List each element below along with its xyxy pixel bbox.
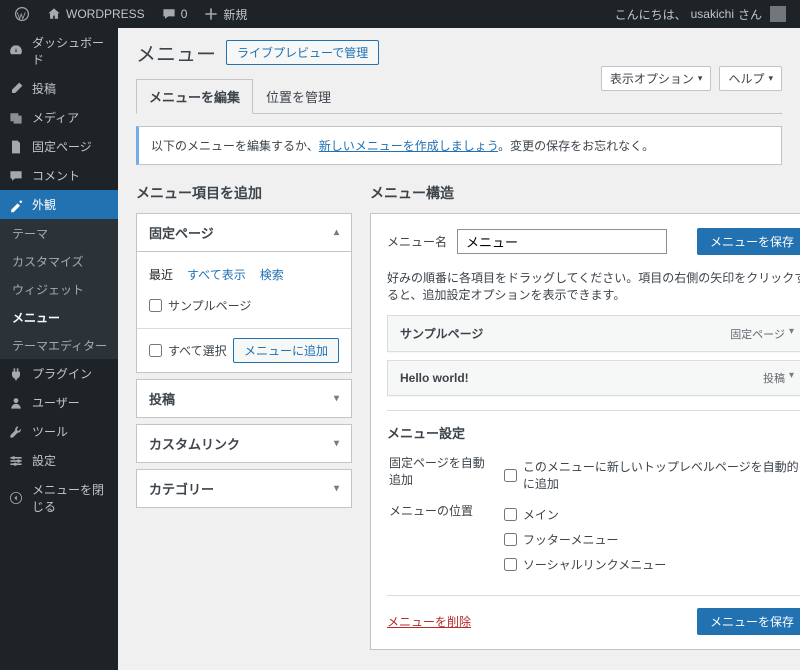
save-menu-bottom-button[interactable]: メニューを保存 [697, 608, 800, 635]
auto-add-checkbox[interactable]: このメニューに新しいトップレベルページを自動的に追加 [504, 454, 799, 496]
structure-heading: メニュー構造 [370, 183, 800, 203]
chevron-up-icon: ▴ [334, 227, 339, 238]
menu-settings-heading: メニュー設定 [387, 423, 800, 442]
tab-manage-locations[interactable]: 位置を管理 [253, 79, 344, 114]
page-title: メニュー [136, 38, 216, 67]
tab-edit-menus[interactable]: メニューを編集 [136, 79, 253, 114]
menu-item[interactable]: Hello world! 投稿 ▾ [387, 360, 800, 396]
nav-themes[interactable]: テーマ [0, 219, 118, 247]
nav-posts[interactable]: 投稿 [0, 74, 118, 103]
metabox-custom-toggle[interactable]: カスタムリンク▾ [137, 425, 351, 462]
wp-logo[interactable] [8, 0, 36, 28]
nav-plugins[interactable]: プラグイン [0, 359, 118, 388]
nav-comments[interactable]: コメント [0, 161, 118, 190]
location-main[interactable]: メイン [504, 502, 799, 527]
metabox-categories-toggle[interactable]: カテゴリー▾ [137, 470, 351, 507]
live-preview-button[interactable]: ライブプレビューで管理 [226, 40, 379, 65]
location-social[interactable]: ソーシャルリンクメニュー [504, 552, 799, 577]
nav-customize[interactable]: カスタマイズ [0, 247, 118, 275]
chevron-down-icon: ▾ [334, 438, 339, 449]
admin-sidebar: ダッシュボード 投稿 メディア 固定ページ コメント 外観 テーマ カスタマイズ… [0, 28, 118, 670]
nav-appearance[interactable]: 外観 [0, 190, 118, 219]
subtab-recent[interactable]: 最近 [149, 266, 173, 283]
site-link[interactable]: WORDPRESS [40, 0, 151, 28]
add-to-menu-button[interactable]: メニューに追加 [233, 338, 339, 363]
select-all[interactable]: すべて選択 [149, 338, 227, 363]
subtab-all[interactable]: すべて表示 [187, 266, 246, 283]
menu-item[interactable]: サンプルページ 固定ページ ▾ [387, 315, 800, 352]
auto-add-label: 固定ページを自動追加 [389, 452, 502, 498]
menu-name-input[interactable] [457, 229, 667, 254]
checkbox[interactable] [149, 344, 162, 357]
add-items-heading: メニュー項目を追加 [136, 183, 352, 203]
nav-widgets[interactable]: ウィジェット [0, 275, 118, 303]
menu-name-label: メニュー名 [387, 233, 447, 250]
chevron-down-icon: ▾ [789, 370, 794, 386]
subtab-search[interactable]: 検索 [260, 266, 284, 283]
nav-users[interactable]: ユーザー [0, 388, 118, 417]
chevron-down-icon: ▾ [334, 483, 339, 494]
chevron-down-icon: ▾ [789, 326, 794, 342]
avatar [770, 6, 786, 22]
location-footer[interactable]: フッターメニュー [504, 527, 799, 552]
greeting[interactable]: こんにちは、usakichi さん [609, 0, 792, 28]
nav-menus[interactable]: メニュー [0, 303, 118, 331]
page-item-sample[interactable]: サンプルページ [149, 293, 339, 318]
nav-theme-editor[interactable]: テーマエディター [0, 331, 118, 359]
structure-help: 好みの順番に各項目をドラッグしてください。項目の右側の矢印をクリックすると、追加… [387, 269, 800, 303]
metabox-pages: 固定ページ▴ 最近 すべて表示 検索 サンプルページ すべて選択 メニューに追加 [136, 213, 352, 373]
nav-settings[interactable]: 設定 [0, 446, 118, 475]
create-menu-link[interactable]: 新しいメニューを作成しましょう [319, 139, 498, 153]
info-notice: 以下のメニューを編集するか、新しいメニューを作成しましょう。変更の保存をお忘れな… [136, 126, 782, 165]
metabox-pages-toggle[interactable]: 固定ページ▴ [137, 214, 351, 252]
nav-tools[interactable]: ツール [0, 417, 118, 446]
save-menu-top-button[interactable]: メニューを保存 [697, 228, 800, 255]
admin-bar: WORDPRESS 0 新規 こんにちは、usakichi さん [0, 0, 800, 28]
metabox-posts-toggle[interactable]: 投稿▾ [137, 380, 351, 417]
comments-link[interactable]: 0 [155, 0, 194, 28]
chevron-down-icon: ▾ [334, 393, 339, 404]
checkbox[interactable] [149, 299, 162, 312]
nav-pages[interactable]: 固定ページ [0, 132, 118, 161]
nav-collapse[interactable]: メニューを閉じる [0, 475, 118, 521]
new-link[interactable]: 新規 [197, 0, 253, 28]
help-button[interactable]: ヘルプ [719, 66, 782, 91]
screen-options-button[interactable]: 表示オプション [601, 66, 712, 91]
nav-media[interactable]: メディア [0, 103, 118, 132]
delete-menu-link[interactable]: メニューを削除 [387, 613, 471, 630]
nav-dashboard[interactable]: ダッシュボード [0, 28, 118, 74]
